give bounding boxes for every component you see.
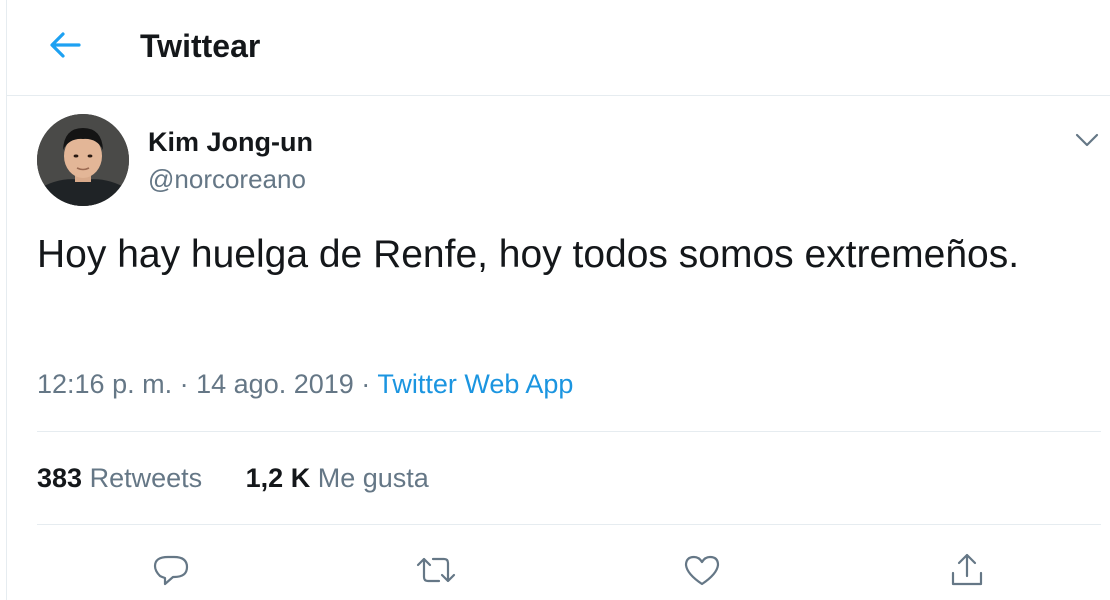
tweet-stats: 383 Retweets 1,2 K Me gusta xyxy=(37,460,429,496)
retweet-icon xyxy=(416,557,456,583)
like-icon xyxy=(684,555,720,586)
retweet-button[interactable] xyxy=(414,548,458,592)
back-button[interactable] xyxy=(47,27,83,63)
meta-separator: · xyxy=(361,369,371,399)
page-title: Twittear xyxy=(140,28,261,64)
tweet-detail-view: Twittear Kim Jong-un @norcoreano Hoy hay… xyxy=(6,0,1110,600)
likes-label: Me gusta xyxy=(317,463,429,493)
more-options-button[interactable] xyxy=(1069,124,1105,156)
share-icon xyxy=(951,553,983,586)
tweet-date[interactable]: 14 ago. 2019 xyxy=(196,369,354,399)
author-name[interactable]: Kim Jong-un xyxy=(148,125,313,159)
tweet-text: Hoy hay huelga de Renfe, hoy todos somos… xyxy=(37,233,1020,276)
likes-count: 1,2 K xyxy=(245,463,311,493)
author-handle: @norcoreano xyxy=(148,164,306,194)
avatar[interactable] xyxy=(37,114,129,206)
share-button[interactable] xyxy=(945,548,989,592)
reply-button[interactable] xyxy=(149,548,193,592)
divider xyxy=(37,524,1101,525)
retweets-count: 383 xyxy=(37,463,83,493)
meta-separator: · xyxy=(179,369,189,399)
arrow-left-icon xyxy=(50,32,81,58)
tweet-meta: 12:16 p. m. · 14 ago. 2019 · Twitter Web… xyxy=(37,366,573,402)
reply-icon xyxy=(153,555,189,586)
tweet-time[interactable]: 12:16 p. m. xyxy=(37,369,172,399)
header-bar: Twittear xyxy=(7,0,1110,96)
likes-stat[interactable]: 1,2 K Me gusta xyxy=(246,463,429,493)
tweet-source-link[interactable]: Twitter Web App xyxy=(377,369,573,399)
divider xyxy=(37,431,1101,432)
chevron-down-icon xyxy=(1075,133,1099,147)
avatar-image xyxy=(37,114,129,206)
like-button[interactable] xyxy=(680,548,724,592)
retweets-stat[interactable]: 383 Retweets xyxy=(37,463,210,493)
retweets-label: Retweets xyxy=(89,463,203,493)
